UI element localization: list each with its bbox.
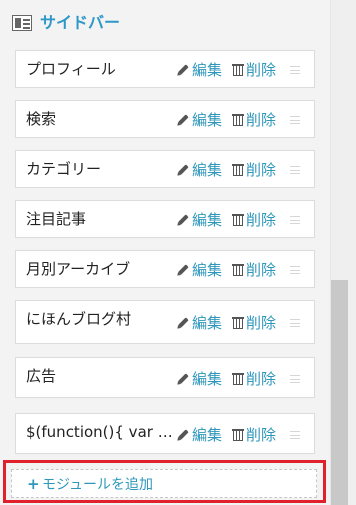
module-name: 検索 <box>26 110 57 128</box>
module-item-blog-village[interactable]: にほんブログ村 編集 削除 <box>15 300 315 344</box>
delete-button[interactable]: 削除 <box>232 109 276 131</box>
delete-button[interactable]: 削除 <box>232 424 276 446</box>
trash-icon <box>232 316 244 330</box>
edit-label: 編集 <box>192 211 223 229</box>
module-item-search[interactable]: 検索 編集 削除 <box>15 100 315 138</box>
trash-icon <box>232 63 244 77</box>
edit-label: 編集 <box>192 426 223 444</box>
edit-label: 編集 <box>192 111 223 129</box>
delete-label: 削除 <box>246 161 277 179</box>
trash-icon <box>232 428 244 442</box>
drag-handle-icon[interactable] <box>290 266 300 274</box>
module-name: 月別アーカイブ <box>26 260 131 278</box>
delete-button[interactable]: 削除 <box>232 368 276 390</box>
sidebar-header: サイドバー <box>12 10 120 36</box>
sidebar-title: サイドバー <box>40 13 121 32</box>
module-item-archive[interactable]: 月別アーカイブ 編集 削除 <box>15 250 315 288</box>
drag-handle-icon[interactable] <box>290 431 300 439</box>
delete-label: 削除 <box>246 370 277 388</box>
delete-button[interactable]: 削除 <box>232 259 276 281</box>
edit-button[interactable]: 編集 <box>176 312 222 334</box>
edit-label: 編集 <box>192 261 223 279</box>
delete-button[interactable]: 削除 <box>232 159 276 181</box>
trash-icon <box>232 372 244 386</box>
delete-label: 削除 <box>246 261 277 279</box>
plus-icon: + <box>27 475 40 493</box>
pencil-icon <box>173 110 193 130</box>
edit-button[interactable]: 編集 <box>176 424 222 446</box>
module-name: カテゴリー <box>26 160 102 178</box>
delete-button[interactable]: 削除 <box>232 59 276 81</box>
drag-handle-icon[interactable] <box>290 375 300 383</box>
drag-handle-icon[interactable] <box>290 216 300 224</box>
edit-button[interactable]: 編集 <box>176 368 222 390</box>
sidebar-panel: サイドバー プロフィール 編集 削除 検索 編集 削除 カテゴリー 編集 削除 … <box>0 0 330 505</box>
delete-label: 削除 <box>246 314 277 332</box>
module-name: プロフィール <box>26 60 116 78</box>
edit-button[interactable]: 編集 <box>176 259 222 281</box>
add-module-button[interactable]: + モジュールを追加 <box>11 469 317 498</box>
pencil-icon <box>173 313 193 333</box>
pencil-icon <box>173 160 193 180</box>
trash-icon <box>232 213 244 227</box>
drag-handle-icon[interactable] <box>290 66 300 74</box>
delete-label: 削除 <box>246 111 277 129</box>
drag-handle-icon[interactable] <box>290 319 300 327</box>
sidebar-layout-icon <box>12 15 32 31</box>
delete-label: 削除 <box>246 61 277 79</box>
delete-label: 削除 <box>246 211 277 229</box>
module-item-category[interactable]: カテゴリー 編集 削除 <box>15 150 315 188</box>
module-name: にほんブログ村 <box>26 310 132 328</box>
drag-handle-icon[interactable] <box>290 166 300 174</box>
module-item-profile[interactable]: プロフィール 編集 削除 <box>15 50 315 88</box>
pencil-icon <box>173 369 193 389</box>
module-item-ad[interactable]: 広告 編集 削除 <box>15 357 315 398</box>
pencil-icon <box>173 260 193 280</box>
delete-button[interactable]: 削除 <box>232 312 276 334</box>
edit-button[interactable]: 編集 <box>176 59 222 81</box>
module-item-featured[interactable]: 注目記事 編集 削除 <box>15 200 315 238</box>
edit-label: 編集 <box>192 61 223 79</box>
scrollbar-thumb[interactable] <box>331 280 348 505</box>
edit-label: 編集 <box>192 314 223 332</box>
add-module-label: モジュールを追加 <box>42 477 154 493</box>
edit-button[interactable]: 編集 <box>176 109 222 131</box>
pencil-icon <box>173 60 193 80</box>
pencil-icon <box>173 210 193 230</box>
trash-icon <box>232 113 244 127</box>
edit-button[interactable]: 編集 <box>176 159 222 181</box>
edit-button[interactable]: 編集 <box>176 209 222 231</box>
module-name: 広告 <box>26 367 57 385</box>
module-name: $(function(){ var no... <box>26 423 176 441</box>
trash-icon <box>232 163 244 177</box>
edit-label: 編集 <box>192 370 223 388</box>
delete-label: 削除 <box>246 426 277 444</box>
module-item-custom-script[interactable]: $(function(){ var no... 編集 削除 <box>15 413 315 454</box>
trash-icon <box>232 263 244 277</box>
delete-button[interactable]: 削除 <box>232 209 276 231</box>
module-name: 注目記事 <box>26 210 87 228</box>
pencil-icon <box>173 425 193 445</box>
drag-handle-icon[interactable] <box>290 116 300 124</box>
edit-label: 編集 <box>192 161 223 179</box>
